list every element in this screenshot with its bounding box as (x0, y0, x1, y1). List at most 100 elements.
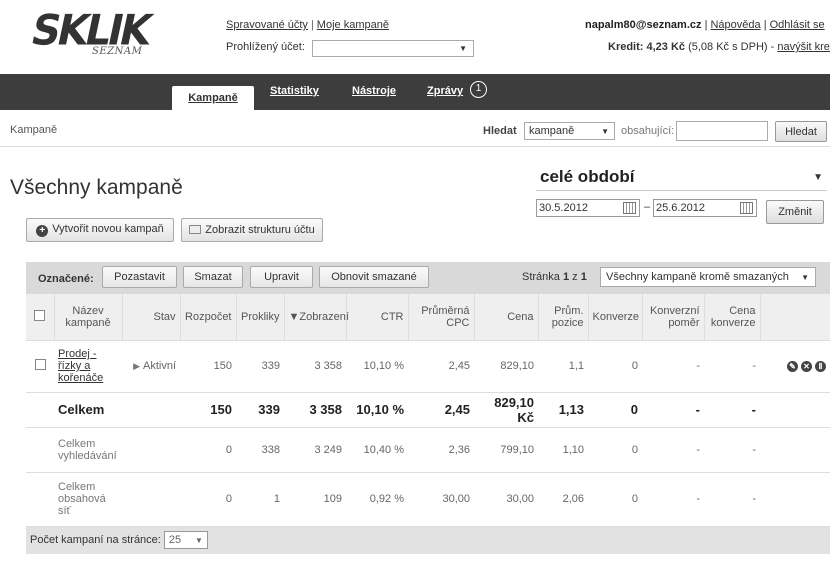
content-avg-cpc-cell: 30,00 (408, 472, 474, 527)
restore-deleted-button[interactable]: Obnovit smazané (319, 266, 429, 288)
search-budget-cell: 0 (180, 427, 236, 473)
topup-credit-link[interactable]: navýšit kredit (777, 41, 830, 53)
total-ctr-cell: 10,10 % (346, 392, 408, 428)
main-nav: Kampaně Statistiky Nástroje Zprávy 1 (0, 74, 830, 111)
content-ctr-cell: 0,92 % (346, 472, 408, 527)
date-range-dash: – (644, 201, 651, 213)
new-campaign-button[interactable]: + Vytvořit novou kampaň (26, 218, 174, 242)
edit-button[interactable]: Upravit (250, 266, 313, 288)
messages-count-badge: 1 (470, 81, 487, 98)
search-cost-cell: 799,10 (474, 427, 538, 473)
user-separator: | (763, 19, 767, 31)
per-page-cell: Počet kampaní na stránce: 25 ▼ (26, 526, 830, 554)
managed-accounts-link[interactable]: Spravované účty (226, 19, 308, 31)
tab-campaigns[interactable]: Kampaně (172, 86, 254, 111)
show-structure-button[interactable]: Zobrazit strukturu účtu (181, 218, 323, 242)
content-impressions-cell: 109 (284, 472, 346, 527)
content-conv-cost-cell: - (704, 472, 760, 527)
col-header-actions (760, 294, 830, 341)
show-structure-label: Zobrazit strukturu účtu (205, 224, 315, 236)
tab-campaigns-label: Kampaně (188, 92, 238, 104)
col-header-avg-cpc[interactable]: Průměrná CPC (408, 294, 475, 341)
avg-position-cell: 1,1 (538, 340, 588, 393)
content-total-name: Celkem obsahová síť (58, 481, 106, 517)
delete-button[interactable]: Smazat (183, 266, 243, 288)
calendar-icon[interactable] (740, 202, 753, 214)
search-avg-position-cell: 1,10 (538, 427, 588, 473)
per-page-select[interactable]: 25 ▼ (163, 531, 208, 550)
table-row: Prodej - řízky a kořenáče ▶ Aktivní 150 3… (26, 340, 830, 393)
cost-cell: 829,10 (474, 340, 538, 393)
pause-button[interactable]: Pozastavit (102, 266, 177, 288)
credit-info: Kredit: 4,23 Kč (5,08 Kč s DPH) - navýši… (608, 41, 830, 53)
col-header-budget[interactable]: Rozpočet (180, 294, 237, 341)
budget-cell: 150 (180, 340, 236, 393)
chevron-down-icon: ▼ (195, 536, 203, 546)
content-total-name-cell: Celkem obsahová síť (54, 472, 122, 527)
col-header-name[interactable]: Název kampaně (54, 294, 123, 341)
campaign-name-link[interactable]: Prodej - řízky a kořenáče (58, 348, 118, 384)
ctr-cell: 10,10 % (346, 340, 408, 393)
calendar-icon[interactable] (623, 202, 636, 214)
campaign-filter-select[interactable]: Všechny kampaně kromě smazaných ▼ (600, 267, 816, 287)
edit-icon[interactable]: ✎ (787, 361, 798, 372)
delete-icon[interactable]: ✕ (801, 361, 812, 372)
tab-messages[interactable]: Zprávy (427, 85, 463, 97)
search-ctr-cell: 10,40 % (346, 427, 408, 473)
search-input[interactable] (676, 121, 768, 141)
change-period-button[interactable]: Změnit (766, 200, 824, 224)
search-scope-select[interactable]: kampaně ▼ (524, 122, 615, 140)
sub-status-cell (122, 427, 180, 473)
help-link[interactable]: Nápověda (710, 19, 760, 31)
total-name-cell: Celkem (54, 392, 122, 428)
page-of: z (572, 271, 578, 283)
col-header-avg-position[interactable]: Prům. pozice (538, 294, 589, 341)
viewed-account-select[interactable]: ▼ (312, 40, 474, 57)
col-header-conv-rate[interactable]: Konverzní poměr (642, 294, 705, 341)
col-header-ctr[interactable]: CTR (346, 294, 409, 341)
marked-label: Označené: (38, 273, 94, 285)
sub-status-cell (122, 472, 180, 527)
chevron-down-icon: ▼ (801, 273, 809, 282)
status-cell[interactable]: ▶ Aktivní (122, 340, 180, 393)
total-conv-cost-cell: - (704, 392, 760, 428)
row-checkbox[interactable] (34, 359, 46, 370)
conv-rate-cell: - (642, 340, 704, 393)
tab-tools[interactable]: Nástroje (352, 85, 396, 97)
col-header-clicks[interactable]: Prokliky (236, 294, 285, 341)
date-to-input[interactable]: 25.6.2012 (653, 199, 757, 217)
col-header-conversions[interactable]: Konverze (588, 294, 643, 341)
date-to-value: 25.6.2012 (656, 202, 705, 214)
col-header-impressions[interactable]: ▼Zobrazení (284, 294, 349, 341)
search-total-name-cell: Celkem vyhledávání (54, 427, 122, 473)
play-icon: ▶ (133, 361, 140, 371)
search-conv-rate-cell: - (642, 427, 704, 473)
status-text: Aktivní (142, 360, 176, 372)
conversions-cell: 0 (588, 340, 642, 393)
search-button[interactable]: Hledat (775, 121, 827, 142)
total-empty-cell (26, 392, 54, 428)
sub-actions-cell (760, 427, 830, 473)
logout-link[interactable]: Odhlásit se (770, 19, 825, 31)
tab-statistics[interactable]: Statistiky (270, 85, 319, 97)
chevron-down-icon: ▼ (601, 127, 609, 136)
search-scope-value: kampaně (529, 125, 575, 137)
col-header-impressions-label: Zobrazení (299, 310, 349, 323)
table-footer-row: Počet kampaní na stránce: 25 ▼ (26, 526, 830, 554)
sub-actions-cell (760, 472, 830, 527)
select-all-checkbox[interactable] (34, 309, 46, 321)
col-header-conv-cost[interactable]: Cena konverze (704, 294, 761, 341)
content-avg-position-cell: 2,06 (538, 472, 588, 527)
col-header-cost[interactable]: Cena (474, 294, 539, 341)
col-header-status[interactable]: Stav (122, 294, 181, 341)
per-page-value: 25 (168, 534, 182, 547)
page-total: 1 (580, 271, 587, 283)
period-select[interactable]: celé období ▼ (536, 166, 827, 191)
content-total-row: Celkem obsahová síť 0 1 109 0,92 % 30,00… (26, 472, 830, 527)
pause-icon[interactable]: Ⅱ (815, 361, 826, 372)
sklik-logo[interactable]: SKLIK SEZNAM (27, 7, 182, 64)
my-campaigns-link[interactable]: Moje kampaně (317, 19, 389, 31)
campaign-filter-value: Všechny kampaně kromě smazaných (606, 271, 789, 283)
sub-bar: Kampaně Hledat kampaně ▼ obsahující: Hle… (0, 110, 830, 147)
date-from-input[interactable]: 30.5.2012 (536, 199, 640, 217)
